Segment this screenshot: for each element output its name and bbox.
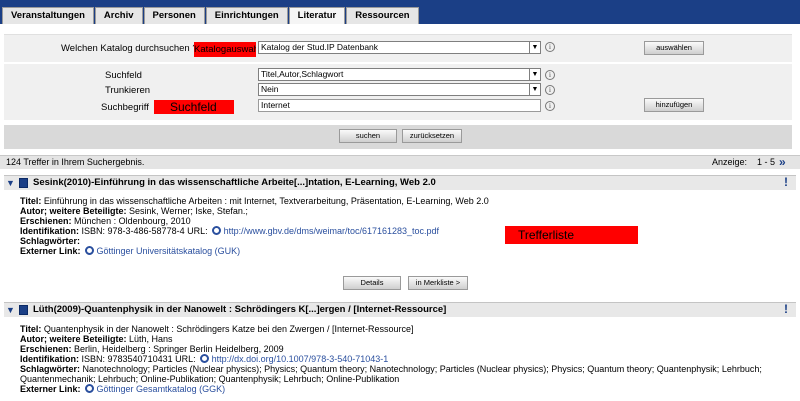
entry-keywords-line: Schlagwörter: (20, 236, 81, 246)
exclamation-icon: ! (784, 302, 788, 316)
entry-external-link-line: Externer Link: Göttinger Universitätskata… (20, 246, 241, 256)
entry-identification-line: Identifikation: ISBN: 978-3-486-58778-4 … (20, 226, 440, 236)
result-entry-heading: Sesink(2010)-Einführung in das wissensch… (33, 177, 436, 188)
tab-veranstaltungen[interactable]: Veranstaltungen (2, 7, 94, 24)
search-field-select-value: Titel,Autor,Schlagwort (261, 69, 344, 79)
book-icon (19, 178, 28, 188)
external-catalog-link[interactable]: Göttinger Universitätskatalog (GUK) (97, 246, 241, 256)
chevron-down-icon[interactable]: ▼ (529, 84, 540, 95)
select-catalog-button[interactable]: auswählen (644, 41, 704, 55)
result-entry-heading: Lüth(2009)-Quantenphysik in der Nanowelt… (33, 304, 447, 315)
entry-url-link[interactable]: http://dx.doi.org/10.1007/978-3-540-7104… (212, 354, 389, 364)
search-field-annotation-label: Suchfeld (154, 100, 234, 114)
entry-external-link-line: Externer Link: Göttinger Gesamtkatalog (G… (20, 384, 226, 394)
entry-author-line: Autor; weitere Beteiligte: Sesink, Werne… (20, 206, 248, 216)
info-icon[interactable]: i (545, 42, 555, 52)
entry-keywords-continuation: Quantenmechanik; Lehrbuch; Online-Publik… (20, 374, 400, 384)
tab-ressourcen[interactable]: Ressourcen (346, 7, 419, 24)
entry-url-link[interactable]: http://www.gbv.de/dms/weimar/toc/6171612… (224, 226, 439, 236)
truncate-label: Trunkieren (105, 85, 151, 96)
page-range: 1 - 5 (757, 157, 776, 167)
entry-identification-line: Identifikation: ISBN: 9783540710431 URL:… (20, 354, 389, 364)
search-field-label: Suchfeld (105, 70, 142, 81)
link-icon (84, 384, 94, 393)
truncate-select[interactable]: Nein ▼ (258, 83, 541, 96)
details-button[interactable]: Details (343, 276, 401, 290)
link-icon (211, 226, 221, 235)
entry-title-line: Titel: Einführung in das wissenschaftlic… (20, 196, 489, 206)
entry-published-line: Erschienen: München : Oldenbourg, 2010 (20, 216, 191, 226)
result-entry-header[interactable]: ▼ Sesink(2010)-Einführung in das wissens… (4, 175, 796, 190)
catalog-annotation-label: Katalogauswahl (194, 42, 256, 57)
search-field-select[interactable]: Titel,Autor,Schlagwort ▼ (258, 68, 541, 81)
collapse-toggle-icon[interactable]: ▼ (6, 305, 15, 315)
search-term-input[interactable]: Internet (258, 99, 541, 112)
catalog-question-label: Welchen Katalog durchsuchen ? (61, 43, 198, 54)
search-actions-bar: suchen zurücksetzen (4, 125, 792, 149)
next-page-icon[interactable]: » (779, 155, 786, 169)
main-tabs: Veranstaltungen Archiv Personen Einricht… (2, 7, 420, 24)
entry-title-line: Titel: Quantenphysik in der Nanowelt : S… (20, 324, 414, 334)
external-catalog-link[interactable]: Göttinger Gesamtkatalog (GGK) (97, 384, 226, 394)
info-icon[interactable]: i (545, 101, 555, 111)
exclamation-icon: ! (784, 175, 788, 189)
catalog-selection-panel: Welchen Katalog durchsuchen ? Katalog de… (4, 34, 792, 62)
info-icon[interactable]: i (545, 85, 555, 95)
book-icon (19, 305, 28, 315)
link-icon (199, 354, 209, 363)
tab-einrichtungen[interactable]: Einrichtungen (205, 7, 288, 24)
add-to-bookmarks-button[interactable]: in Merkliste > (408, 276, 468, 290)
result-entry-header[interactable]: ▼ Lüth(2009)-Quantenphysik in der Nanowe… (4, 302, 796, 317)
chevron-down-icon[interactable]: ▼ (529, 42, 540, 53)
entry-keywords-line: Schlagwörter: Nanotechnology; Particles … (20, 364, 762, 374)
add-term-button[interactable]: hinzufügen (644, 98, 704, 112)
hits-count-text: 124 Treffer in Ihrem Suchergebnis. (6, 157, 145, 167)
display-label: Anzeige: (712, 157, 748, 167)
chevron-down-icon[interactable]: ▼ (529, 69, 540, 80)
collapse-toggle-icon[interactable]: ▼ (6, 178, 15, 188)
search-term-label: Suchbegriff (101, 102, 149, 113)
result-list-annotation-label: Trefferliste (505, 226, 638, 244)
entry-published-line: Erschienen: Berlin, Heidelberg : Springe… (20, 344, 284, 354)
tab-literatur[interactable]: Literatur (288, 7, 346, 24)
search-button[interactable]: suchen (339, 129, 397, 143)
search-fields-panel: Suchfeld Titel,Autor,Schlagwort ▼ i Trun… (4, 64, 792, 120)
catalog-select-value: Katalog der Stud.IP Datenbank (261, 42, 379, 52)
entry-author-line: Autor; weitere Beteiligte: Lüth, Hans (20, 334, 173, 344)
link-icon (84, 246, 94, 255)
tab-archiv[interactable]: Archiv (94, 7, 143, 24)
top-navigation: Veranstaltungen Archiv Personen Einricht… (0, 0, 800, 24)
results-summary-bar: 124 Treffer in Ihrem Suchergebnis. Anzei… (0, 155, 800, 169)
catalog-select[interactable]: Katalog der Stud.IP Datenbank ▼ (258, 41, 541, 54)
truncate-select-value: Nein (261, 84, 279, 94)
info-icon[interactable]: i (545, 70, 555, 80)
reset-button[interactable]: zurücksetzen (402, 129, 462, 143)
tab-personen[interactable]: Personen (143, 7, 205, 24)
